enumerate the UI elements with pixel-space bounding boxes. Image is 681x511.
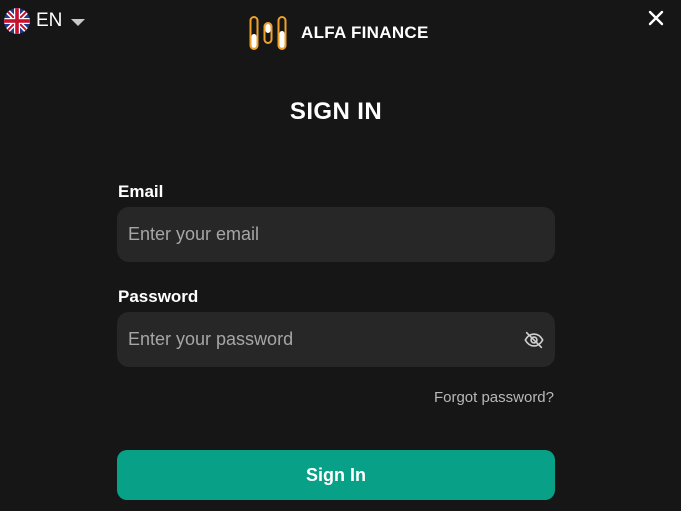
page-title: SIGN IN [289,98,383,125]
sign-in-screen: EN ALFA FINANCE SIGN IN Email Password [0,0,681,511]
password-label: Password [118,287,199,306]
password-field-container [117,312,555,367]
uk-flag-icon [4,8,30,34]
password-field[interactable] [117,312,555,367]
brand-logo: ALFA FINANCE [249,15,429,51]
close-icon[interactable] [647,9,665,27]
language-selector[interactable]: EN [4,8,86,34]
caret-down-icon [71,18,86,26]
alfa-finance-logo-icon [249,16,287,50]
eye-off-icon[interactable] [523,329,545,351]
email-field-container [117,207,555,262]
brand-name: ALFA FINANCE [301,23,429,42]
language-code: EN [36,10,63,31]
sign-in-button[interactable]: Sign In [117,450,555,500]
email-field[interactable] [117,207,555,262]
email-label: Email [118,182,164,201]
forgot-password-link[interactable]: Forgot password? [434,389,554,406]
